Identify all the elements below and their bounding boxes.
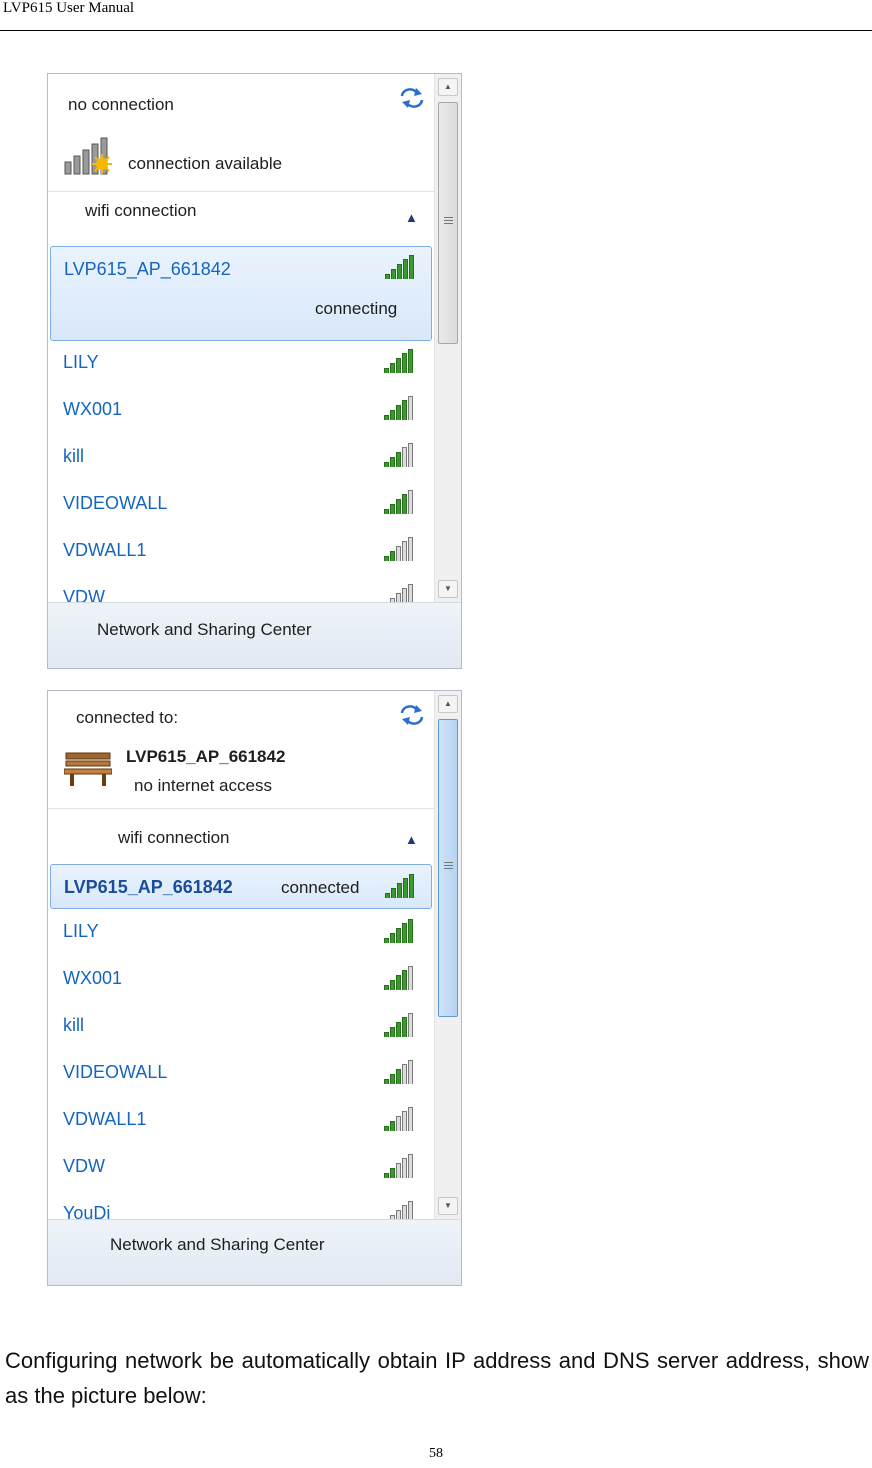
vertical-scrollbar[interactable]: ▲ ▼ — [434, 691, 461, 1219]
signal-strength-icon — [384, 584, 420, 602]
signal-strength-icon — [384, 1107, 420, 1131]
signal-strength-icon — [384, 490, 420, 514]
status-subtitle: no internet access — [134, 776, 272, 795]
section-label: wifi connection — [118, 828, 230, 847]
wifi-panel-connecting: no connection connection available wifi … — [47, 73, 462, 669]
refresh-icon[interactable] — [399, 87, 425, 109]
signal-strength-icon — [385, 874, 421, 898]
scroll-thumb[interactable] — [438, 102, 458, 344]
status-title: no connection — [68, 95, 174, 114]
status-title: connected to: — [76, 708, 179, 727]
refresh-icon[interactable] — [399, 704, 425, 726]
network-name: WX001 — [63, 399, 123, 419]
signal-strength-icon — [384, 349, 420, 373]
network-sharing-center-link[interactable]: Network and Sharing Center — [97, 620, 312, 640]
signal-strength-icon — [384, 966, 420, 990]
selected-network-item[interactable]: LVP615_AP_661842 connected — [50, 864, 432, 909]
network-name: kill — [63, 1015, 84, 1035]
divider — [48, 808, 434, 809]
section-label: wifi connection — [85, 201, 197, 220]
network-name: LILY — [63, 352, 99, 372]
network-list: connected to: LVP615_AP_661842 no intern… — [48, 691, 434, 1219]
bench-icon — [64, 752, 112, 786]
vertical-scrollbar[interactable]: ▲ ▼ — [434, 74, 461, 602]
collapse-chevron-icon[interactable]: ▲ — [405, 832, 418, 847]
selected-network-item[interactable]: LVP615_AP_661842 connecting — [50, 246, 432, 341]
signal-strength-icon — [385, 255, 421, 279]
status-subtitle: connection available — [128, 154, 283, 173]
body-paragraph: Configuring network be automatically obt… — [5, 1348, 869, 1408]
signal-strength-icon — [384, 396, 420, 420]
panel-footer: Network and Sharing Center — [48, 602, 461, 668]
running-header: LVP615 User Manual — [3, 0, 135, 16]
network-name: VIDEOWALL — [63, 1062, 168, 1082]
network-name: LVP615_AP_661842 — [64, 877, 233, 897]
network-list: no connection connection available wifi … — [48, 74, 434, 602]
network-name: VIDEOWALL — [63, 493, 168, 513]
signal-strength-icon — [384, 443, 420, 467]
collapse-chevron-icon[interactable]: ▲ — [405, 210, 418, 225]
network-sharing-center-link[interactable]: Network and Sharing Center — [110, 1235, 325, 1255]
scroll-up-button[interactable]: ▲ — [438, 78, 458, 96]
network-available-icon — [64, 137, 112, 175]
network-name: VDWALL1 — [63, 540, 147, 560]
signal-strength-icon — [384, 919, 420, 943]
signal-strength-icon — [384, 537, 420, 561]
connection-state: connected — [281, 878, 360, 897]
network-name: kill — [63, 446, 84, 466]
scroll-down-button[interactable]: ▼ — [438, 580, 458, 598]
scroll-thumb[interactable] — [438, 719, 458, 1017]
network-name: LVP615_AP_661842 — [64, 259, 231, 279]
wifi-panel-connected: connected to: LVP615_AP_661842 no intern… — [47, 690, 462, 1286]
scroll-up-button[interactable]: ▲ — [438, 695, 458, 713]
header-rule — [0, 30, 872, 31]
signal-strength-icon — [384, 1060, 420, 1084]
signal-strength-icon — [384, 1201, 420, 1219]
signal-strength-icon — [384, 1013, 420, 1037]
signal-strength-icon — [384, 1154, 420, 1178]
divider — [48, 191, 434, 192]
connected-network-name: LVP615_AP_661842 — [126, 747, 286, 766]
page-number: 58 — [429, 1446, 443, 1461]
network-name: VDW — [63, 1156, 105, 1176]
scroll-down-button[interactable]: ▼ — [438, 1197, 458, 1215]
connection-state: connecting — [315, 299, 398, 318]
network-name: VDWALL1 — [63, 1109, 147, 1129]
panel-footer: Network and Sharing Center — [48, 1219, 461, 1285]
network-name: WX001 — [63, 968, 123, 988]
network-name: YouDi — [63, 1203, 111, 1219]
network-name: VDW — [63, 587, 105, 602]
network-name: LILY — [63, 921, 99, 941]
